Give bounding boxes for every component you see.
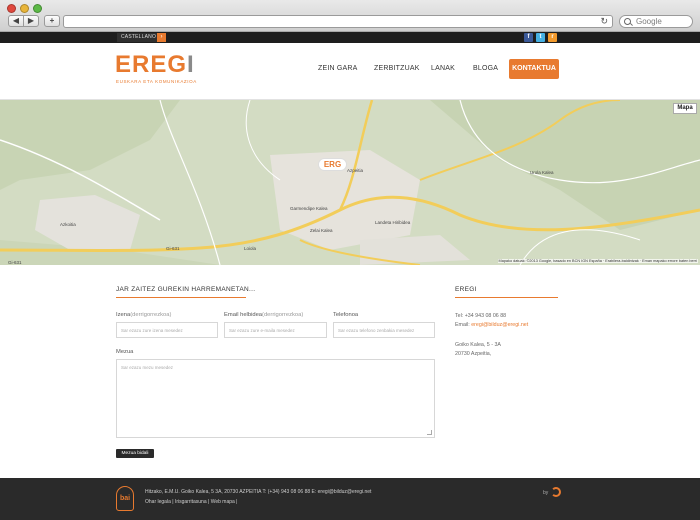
logo-tagline: EUSKARA ETA KOMUNIKAZIOA <box>116 79 197 84</box>
footer-address: Hitzako, E.M.U. Goiko Kalea, 5 3A, 20730… <box>145 489 372 495</box>
name-label-text: Izena <box>116 312 131 318</box>
forward-button[interactable]: ▶ <box>23 15 39 27</box>
minimize-window-button[interactable] <box>20 4 29 13</box>
footer-links: Ohar legala | Irisgarritasuna | Web mapa… <box>145 499 238 505</box>
map-attribution[interactable]: Mapako datuak: ©2013 Google, basado en B… <box>497 259 698 263</box>
email-label: Email helbidea(derrigorrezkoa) <box>224 312 303 318</box>
contact-phone: Tel: +34 943 08 06 88 <box>455 313 507 319</box>
browser-search-input[interactable]: Google <box>619 15 693 28</box>
nav-zerbitzuak[interactable]: ZERBITZUAK <box>374 65 420 72</box>
map-label-garmendipe: Garmendipe Kalea <box>290 206 328 211</box>
name-label-hint: (derrigorrezkoa) <box>130 312 172 318</box>
footer-link-sitemap[interactable]: Web mapa <box>211 499 235 505</box>
map-label-azpeitia: Azpeitia <box>347 168 364 173</box>
top-bar: CASTELLANO › f t r <box>0 32 700 43</box>
facebook-icon[interactable]: f <box>524 33 533 42</box>
logo-text-main: EREG <box>115 51 188 78</box>
nav-lanak[interactable]: LANAK <box>431 65 455 72</box>
address-bar[interactable]: ↻ <box>63 15 613 28</box>
map-label-azkoitia: Azkoitia <box>60 222 76 227</box>
map-label-road-1: Gi-631 <box>166 246 180 251</box>
footer-link-legal[interactable]: Ohar legala <box>145 499 171 505</box>
email-label-hint: (derrigorrezkoa) <box>262 312 304 318</box>
site-footer: bai Hitzako, E.M.U. Goiko Kalea, 5 3A, 2… <box>0 478 700 520</box>
location-marker[interactable]: ERG <box>318 158 347 171</box>
location-map[interactable]: Azkoitia Azpeitia Loiola Urola Kalea Gi-… <box>0 100 700 265</box>
twitter-icon[interactable]: t <box>536 33 545 42</box>
contact-email-prefix: Email: <box>455 322 472 328</box>
email-field[interactable]: Sar ezazu zure e-maila mesedez <box>224 322 327 338</box>
contact-address-2: 20730 Azpeitia, <box>455 351 492 357</box>
nav-zein-gara[interactable]: ZEIN GARA <box>318 65 358 72</box>
close-window-button[interactable] <box>7 4 16 13</box>
submit-button[interactable]: Mezua bidali <box>116 449 154 458</box>
name-field[interactable]: Sar ezazu zure izena mesedez <box>116 322 218 338</box>
reload-icon[interactable]: ↻ <box>600 16 608 27</box>
message-placeholder: Sar ezazu mezu mesedez <box>121 365 174 370</box>
email-label-text: Email helbidea <box>224 312 263 318</box>
page: ◀ ▶ + ↻ Google CASTELLANO › f t r EREGI … <box>0 0 700 520</box>
contact-title: EREGI <box>455 286 477 293</box>
nav-bloga[interactable]: BLOGA <box>473 65 498 72</box>
footer-logo-icon[interactable]: bai <box>116 486 134 511</box>
message-label: Mezua <box>116 349 134 355</box>
phone-field[interactable]: Sar ezazu telefono zenbakia mesedez <box>333 322 435 338</box>
map-label-road-2: Gi-631 <box>8 260 22 265</box>
footer-by-label: by <box>543 490 549 496</box>
search-placeholder: Google <box>636 17 662 26</box>
language-arrow-icon[interactable]: › <box>157 33 166 42</box>
map-label-landeta: Landeta Hiribidea <box>375 220 411 225</box>
map-label-loiola: Loiola <box>244 246 257 251</box>
name-label: Izena(derrigorrezkoa) <box>116 312 171 318</box>
browser-chrome: ◀ ▶ + ↻ Google <box>0 0 700 32</box>
logo-text-end: I <box>187 51 195 78</box>
back-button[interactable]: ◀ <box>8 15 24 27</box>
site-logo[interactable]: EREGI <box>115 52 195 78</box>
search-icon <box>624 18 631 25</box>
resize-grip-icon[interactable] <box>427 430 432 435</box>
map-label-zelai: Zelai Kalea <box>310 228 333 233</box>
nav-kontaktua-button[interactable]: KONTAKTUA <box>509 59 559 79</box>
contact-address-1: Goiko Kalea, 5 - 3A <box>455 342 501 348</box>
contact-title-rule <box>455 297 558 298</box>
developer-logo-icon[interactable] <box>551 487 561 497</box>
map-graphic <box>0 100 700 265</box>
contact-email-row: Email: eregi@bilduz@eregi.net <box>455 322 528 328</box>
contact-email-link[interactable]: eregi@bilduz@eregi.net <box>471 322 528 328</box>
form-title-rule <box>116 297 246 298</box>
rss-icon[interactable]: r <box>548 33 557 42</box>
footer-link-accessibility[interactable]: Irisgarritasuna <box>175 499 207 505</box>
site-header: EREGI EUSKARA ETA KOMUNIKAZIOA ZEIN GARA… <box>0 43 700 100</box>
zoom-window-button[interactable] <box>33 4 42 13</box>
language-switch[interactable]: CASTELLANO <box>117 33 161 42</box>
new-tab-button[interactable]: + <box>44 15 60 27</box>
map-label-urola-kalea: Urola Kalea <box>530 170 554 175</box>
message-field[interactable]: Sar ezazu mezu mesedez <box>116 359 435 438</box>
map-type-button[interactable]: Mapa <box>673 103 697 114</box>
phone-label: Telefonoa <box>333 312 359 318</box>
form-title: JAR ZAITEZ GUREKIN HARREMANETAN... <box>116 286 256 293</box>
